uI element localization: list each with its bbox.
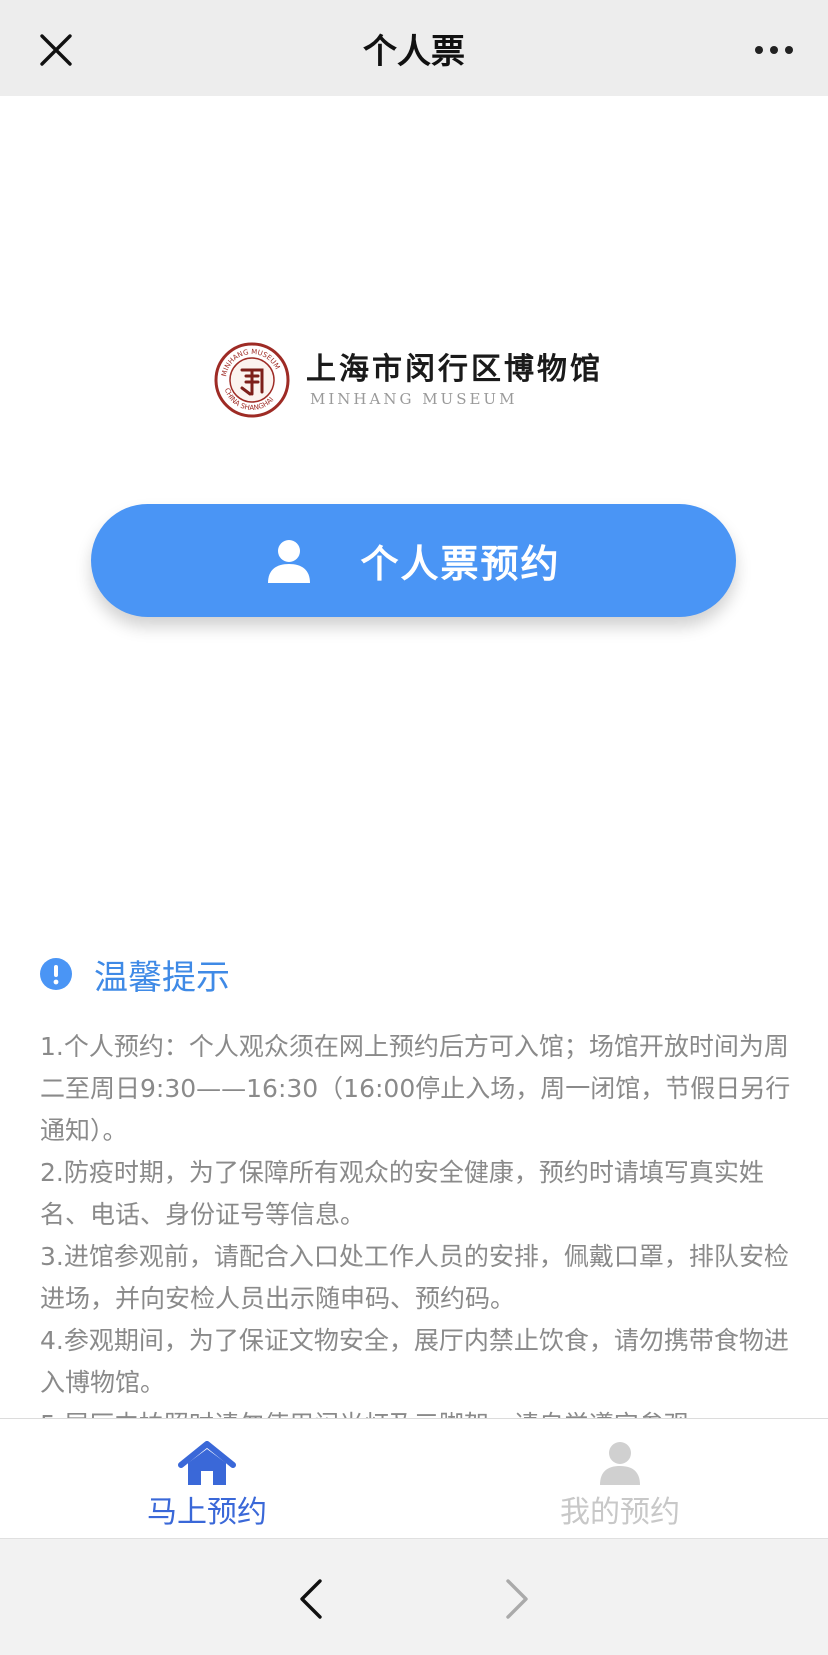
tip-item: 5.展厅内拍照时请勿使用闪光灯及三脚架，请自觉遵守参观 [40, 1404, 792, 1418]
tip-item: 1.个人预约：个人观众须在网上预约后方可入馆；场馆开放时间为周二至周日9:30—… [40, 1032, 791, 1145]
tips-title: 温馨提示 [94, 957, 230, 998]
museum-name-en: MINHANG MUSEUM [310, 390, 518, 408]
close-icon[interactable] [36, 30, 76, 70]
page: 个人票 MINHANG MUSEUM CHINA SHANGHAI 上海市闵行区… [0, 0, 828, 1655]
user-icon [268, 539, 311, 583]
exclamation-icon [40, 958, 72, 990]
tip-item: 4.参观期间，为了保证文物安全，展厅内禁止饮食，请勿携带食物进入博物馆。 [40, 1326, 789, 1397]
tab-book-now-label: 马上预约 [147, 1495, 267, 1530]
museum-logo: MINHANG MUSEUM CHINA SHANGHAI 上海市闵行区博物馆 … [214, 342, 614, 418]
tab-my-bookings-label: 我的预约 [560, 1495, 680, 1530]
museum-name-cn: 上海市闵行区博物馆 [306, 352, 603, 387]
tips-header: 温馨提示 [40, 950, 230, 998]
tab-book-now[interactable]: 马上预约 [57, 1419, 357, 1539]
tab-my-bookings[interactable]: 我的预约 [470, 1419, 770, 1539]
top-nav-bar: 个人票 [0, 0, 828, 96]
book-button-label: 个人票预约 [360, 542, 561, 586]
tip-item: 3.进馆参观前，请配合入口处工作人员的安排，佩戴口罩，排队安检进场，并向安检人员… [40, 1242, 789, 1313]
tips-list[interactable]: 1.个人预约：个人观众须在网上预约后方可入馆；场馆开放时间为周二至周日9:30—… [40, 1026, 792, 1418]
bottom-tab-bar: 马上预约 我的预约 [0, 1418, 828, 1538]
browser-nav-bar [0, 1538, 828, 1655]
user-icon [600, 1442, 640, 1485]
chevron-left-icon[interactable] [292, 1577, 332, 1621]
more-icon[interactable] [754, 44, 794, 56]
book-personal-ticket-button[interactable]: 个人票预约 [91, 504, 736, 617]
home-icon [178, 1441, 236, 1485]
page-title: 个人票 [363, 31, 465, 72]
tip-item: 2.防疫时期，为了保障所有观众的安全健康，预约时请填写真实姓名、电话、身份证号等… [40, 1158, 764, 1229]
chevron-right-icon[interactable] [496, 1577, 536, 1621]
museum-seal-icon: MINHANG MUSEUM CHINA SHANGHAI [214, 342, 290, 418]
